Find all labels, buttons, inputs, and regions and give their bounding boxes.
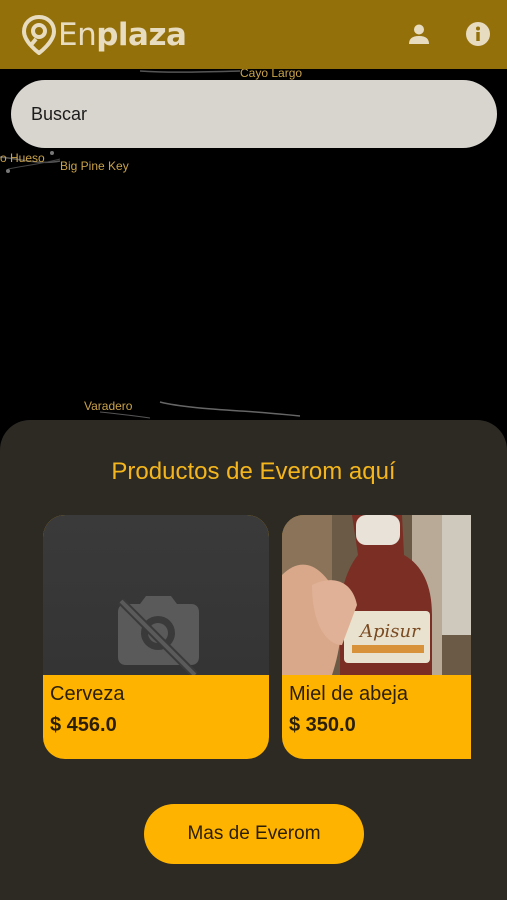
map-label-big-pine-key: Big Pine Key: [60, 159, 129, 173]
search-input[interactable]: Buscar: [11, 80, 497, 148]
product-image: [43, 515, 269, 675]
honey-bottle-photo: Apisur: [282, 515, 471, 675]
product-image: Apisur: [282, 515, 471, 675]
no-image-camera-icon: [118, 596, 199, 675]
product-name: Miel de abeja: [289, 683, 408, 705]
app-logo[interactable]: Enplaza: [22, 14, 187, 56]
product-name: Cerveza: [50, 683, 125, 705]
product-card[interactable]: Apisur Miel de abeja $ 350.0: [282, 515, 471, 759]
brand-suffix: plaza: [96, 17, 187, 53]
svg-text:Apisur: Apisur: [358, 621, 421, 642]
product-card[interactable]: Cerveza $ 456.0: [43, 515, 269, 759]
map-label-cayo-largo: Cayo Largo: [240, 69, 303, 80]
user-icon[interactable]: [406, 21, 432, 47]
brand-prefix: En: [58, 17, 97, 53]
map-pin-logo-icon: [22, 15, 56, 55]
brand-name: Enplaza: [58, 17, 187, 53]
product-price: $ 350.0: [289, 714, 356, 736]
products-sheet: Productos de Everom aquí Cerveza $ 456.0: [0, 420, 507, 900]
map-label-hueso: o Hueso: [0, 151, 45, 165]
product-price: $ 456.0: [50, 714, 117, 736]
search-placeholder: Buscar: [31, 103, 88, 124]
app-bar: Enplaza: [0, 0, 507, 69]
info-icon[interactable]: [465, 21, 491, 47]
map-label-varadero: Varadero: [84, 399, 133, 413]
more-from-store-button[interactable]: Mas de Everom: [144, 804, 364, 864]
sheet-title: Productos de Everom aquí: [111, 458, 396, 485]
